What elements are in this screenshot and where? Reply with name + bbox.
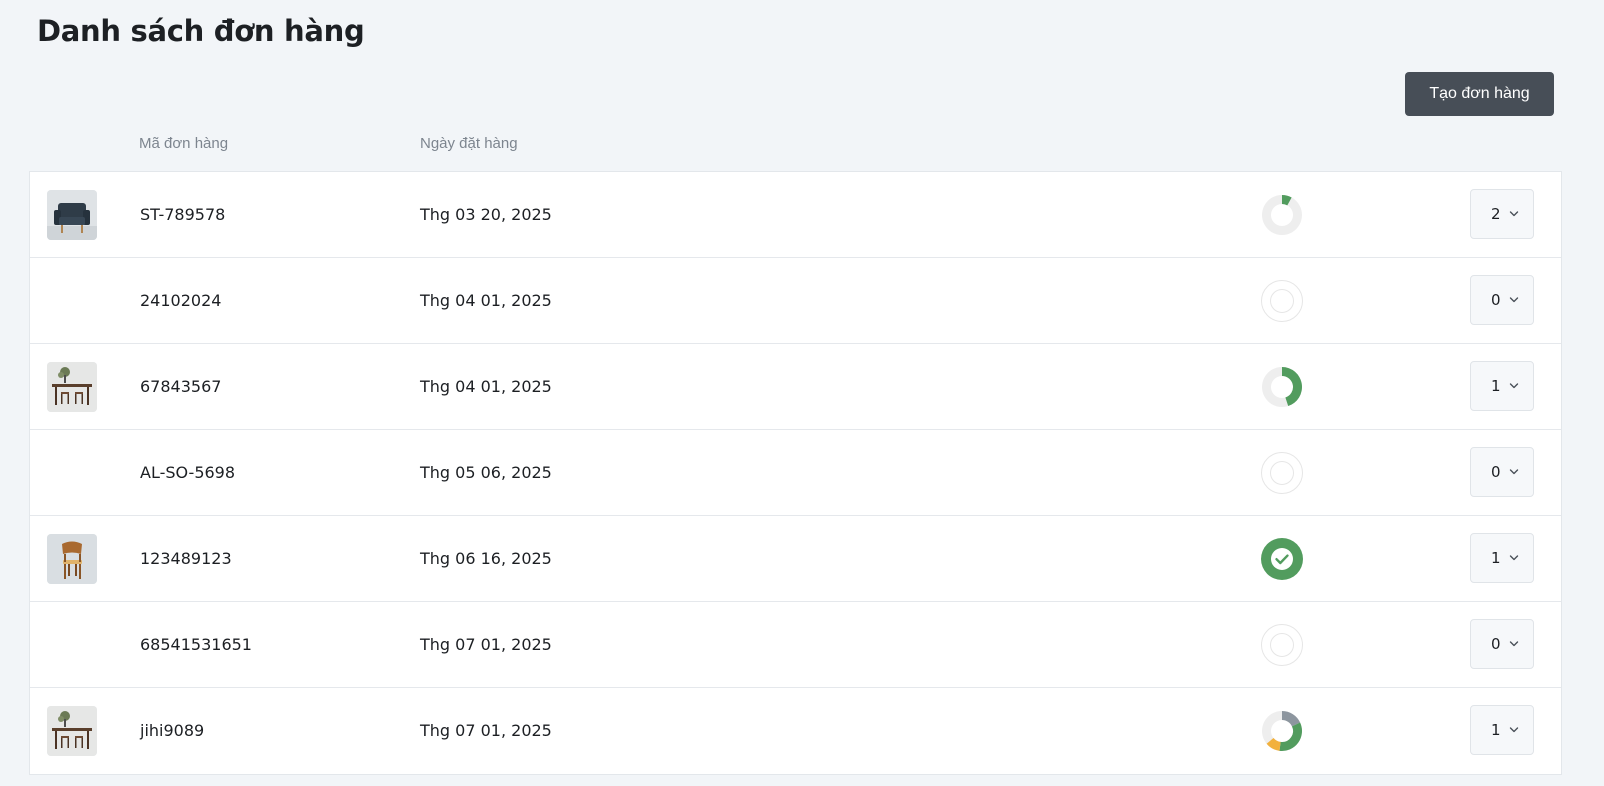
status-complete-icon: [1260, 537, 1304, 581]
table-row[interactable]: 68541531651 Thg 07 01, 2025 0: [30, 602, 1561, 688]
order-date: Thg 07 01, 2025: [420, 635, 552, 654]
quantity-dropdown[interactable]: 1: [1470, 361, 1534, 411]
order-date: Thg 04 01, 2025: [420, 377, 552, 396]
status-progress-icon: [1260, 193, 1304, 237]
order-date: Thg 03 20, 2025: [420, 205, 552, 224]
quantity-dropdown[interactable]: 2: [1470, 189, 1534, 239]
product-thumbnail: [47, 534, 97, 584]
order-date: Thg 06 16, 2025: [420, 549, 552, 568]
table-row[interactable]: ST-789578 Thg 03 20, 2025 2: [30, 172, 1561, 258]
chevron-down-icon: [1509, 555, 1519, 561]
quantity-value: 1: [1491, 549, 1501, 567]
quantity-dropdown[interactable]: 1: [1470, 533, 1534, 583]
chevron-down-icon: [1509, 211, 1519, 217]
quantity-value: 0: [1491, 291, 1501, 309]
quantity-value: 1: [1491, 721, 1501, 739]
table-row[interactable]: 123489123 Thg 06 16, 2025 1: [30, 516, 1561, 602]
table-row[interactable]: 67843567 Thg 04 01, 2025 1: [30, 344, 1561, 430]
order-code: 67843567: [140, 377, 222, 396]
chevron-down-icon: [1509, 383, 1519, 389]
quantity-dropdown[interactable]: 0: [1470, 619, 1534, 669]
status-empty-icon: [1260, 451, 1304, 495]
status-progress-icon: [1260, 365, 1304, 409]
quantity-dropdown[interactable]: 0: [1470, 275, 1534, 325]
order-code: 123489123: [140, 549, 232, 568]
table-row[interactable]: 24102024 Thg 04 01, 2025 0: [30, 258, 1561, 344]
quantity-value: 1: [1491, 377, 1501, 395]
product-thumbnail: [47, 190, 97, 240]
chevron-down-icon: [1509, 727, 1519, 733]
order-code: jihi9089: [140, 721, 205, 740]
order-date: Thg 04 01, 2025: [420, 291, 552, 310]
order-code: 68541531651: [140, 635, 252, 654]
column-header-order-date: Ngày đặt hàng: [420, 135, 518, 152]
column-header-order-code: Mã đơn hàng: [139, 135, 229, 152]
status-progress-icon: [1260, 709, 1304, 753]
create-order-button[interactable]: Tạo đơn hàng: [1405, 72, 1554, 116]
quantity-value: 2: [1491, 205, 1501, 223]
table-row[interactable]: jihi9089 Thg 07 01, 2025 1: [30, 688, 1561, 774]
table-row[interactable]: AL-SO-5698 Thg 05 06, 2025 0: [30, 430, 1561, 516]
chevron-down-icon: [1509, 297, 1519, 303]
order-code: AL-SO-5698: [140, 463, 236, 482]
order-date: Thg 05 06, 2025: [420, 463, 552, 482]
quantity-dropdown[interactable]: 1: [1470, 705, 1534, 755]
quantity-value: 0: [1491, 463, 1501, 481]
chevron-down-icon: [1509, 469, 1519, 475]
product-thumbnail: [47, 706, 97, 756]
status-empty-icon: [1260, 279, 1304, 323]
order-table: ST-789578 Thg 03 20, 2025 2 24102024 Thg 04 …: [29, 171, 1562, 775]
order-code: ST-789578: [140, 205, 226, 224]
page-title: Danh sách đơn hàng: [37, 14, 365, 48]
order-code: 24102024: [140, 291, 222, 310]
quantity-value: 0: [1491, 635, 1501, 653]
order-date: Thg 07 01, 2025: [420, 721, 552, 740]
product-thumbnail: [47, 362, 97, 412]
chevron-down-icon: [1509, 641, 1519, 647]
quantity-dropdown[interactable]: 0: [1470, 447, 1534, 497]
status-empty-icon: [1260, 623, 1304, 667]
orders-page: Danh sách đơn hàng Tạo đơn hàng Mã đơn h…: [0, 0, 1604, 786]
